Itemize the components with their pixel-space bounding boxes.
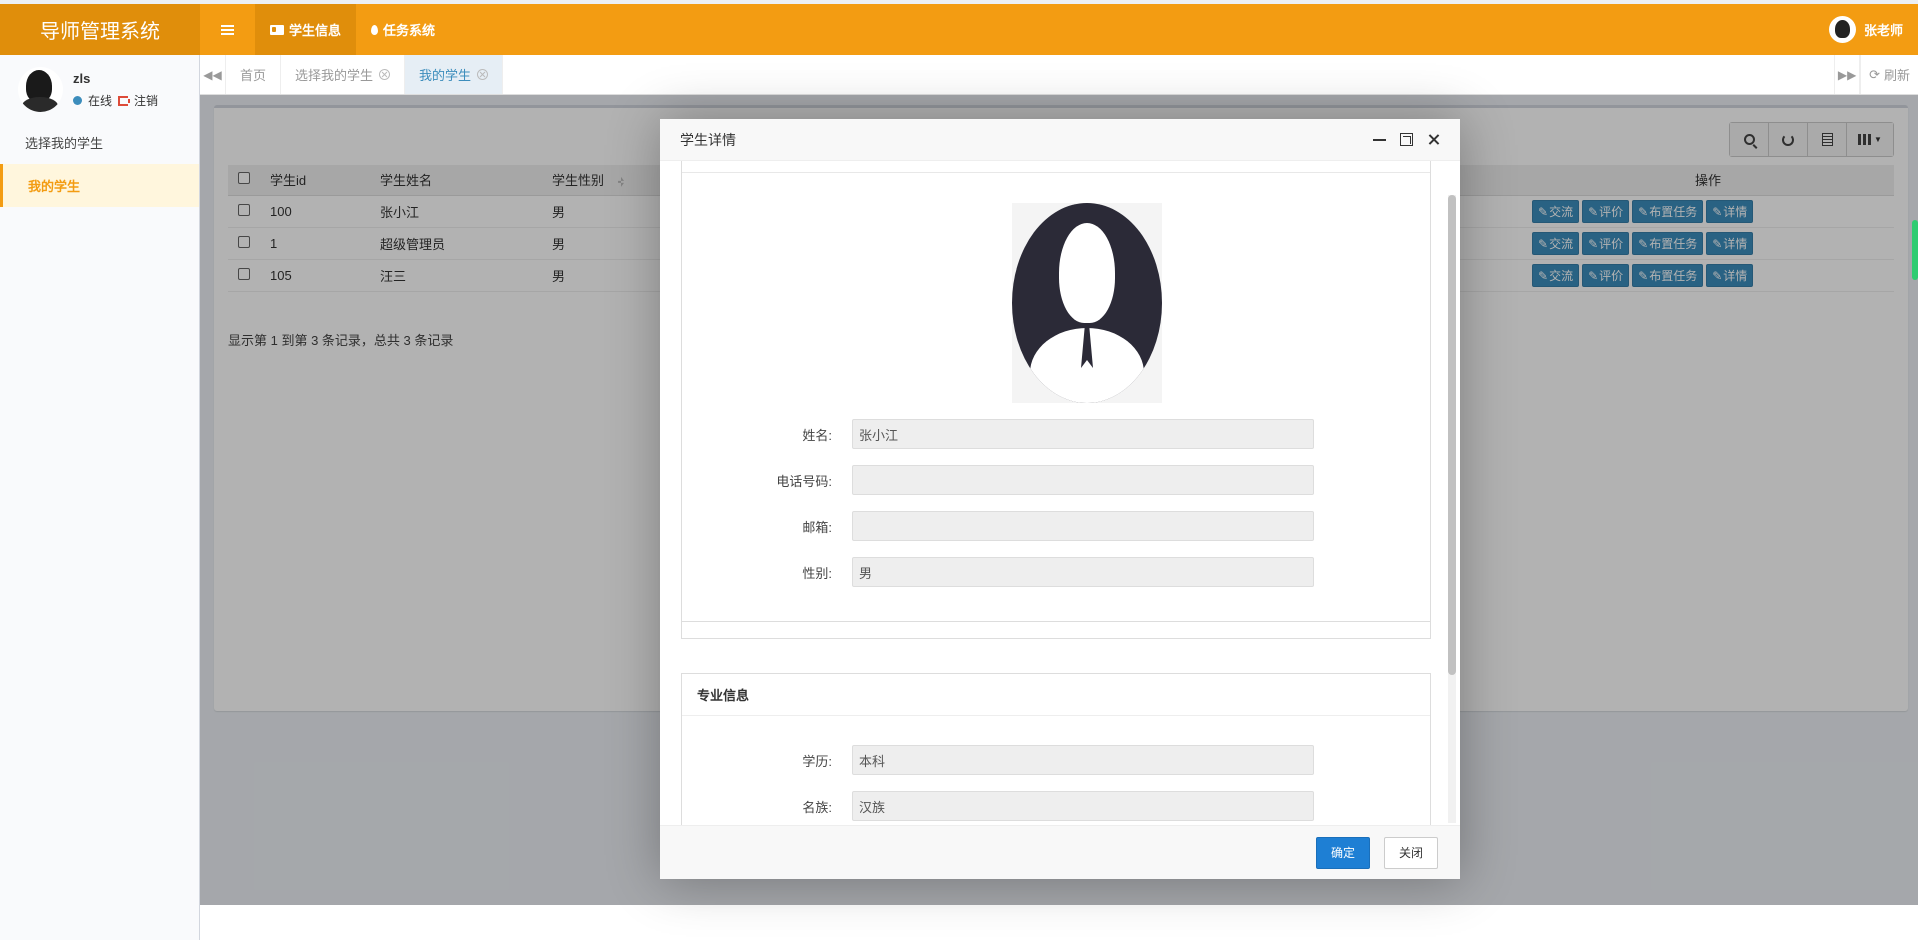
- nav-label: 学生信息: [289, 23, 342, 38]
- sidebar-toggle-button[interactable]: [200, 4, 255, 55]
- tab-label: 我的学生: [419, 68, 472, 83]
- tabs-right: ▶▶ ⟳ 刷新: [1834, 55, 1918, 94]
- form-row-education: 学历: 本科: [682, 744, 1430, 776]
- close-tab-icon[interactable]: [477, 69, 489, 80]
- tabs-bar: ◀◀ 首页 选择我的学生 我的学生 ▶▶ ⟳ 刷新: [200, 55, 1918, 95]
- student-detail-modal: 学生详情 姓名: 张小江 电话号码: 邮箱: 性别: 男 专业信息 学历: 本科…: [660, 119, 1460, 879]
- gender-field[interactable]: 男: [852, 557, 1314, 587]
- sidebar: zls 在线 注销 选择我的学生 我的学生: [0, 55, 200, 940]
- user-panel: zls 在线 注销: [0, 55, 199, 121]
- confirm-button[interactable]: 确定: [1315, 836, 1370, 869]
- app-logo[interactable]: 导师管理系统: [0, 4, 200, 55]
- phone-field[interactable]: [852, 465, 1314, 495]
- close-icon[interactable]: [1427, 133, 1440, 146]
- hamburger-icon: [221, 24, 234, 35]
- top-nav: 学生信息 任务系统: [255, 4, 450, 55]
- top-header: 导师管理系统 学生信息 任务系统 张老师: [0, 4, 1918, 55]
- form-row-gender: 性别: 男: [682, 556, 1430, 588]
- refresh-label: 刷新: [1883, 68, 1910, 83]
- tab-select-students[interactable]: 选择我的学生: [281, 55, 406, 94]
- tab-label: 选择我的学生: [295, 68, 374, 83]
- minimize-icon[interactable]: [1373, 138, 1386, 141]
- avatar: [18, 67, 63, 112]
- user-status: 在线 注销: [73, 92, 158, 109]
- nav-task-system[interactable]: 任务系统: [356, 4, 450, 55]
- nav-student-info[interactable]: 学生信息: [255, 4, 357, 55]
- modal-titlebar[interactable]: 学生详情: [660, 119, 1460, 161]
- user-name: 张老师: [1863, 23, 1903, 38]
- basic-info-body: 姓名: 张小江 电话号码: 邮箱: 性别: 男: [682, 172, 1430, 622]
- user-menu[interactable]: 张老师: [1828, 4, 1918, 55]
- modal-footer: 确定 关闭: [660, 825, 1460, 879]
- student-avatar: [1012, 203, 1162, 403]
- logout-link[interactable]: 注销: [134, 92, 158, 109]
- nav-label: 任务系统: [383, 23, 436, 38]
- basic-info-panel: 姓名: 张小江 电话号码: 邮箱: 性别: 男: [681, 161, 1431, 639]
- tint-icon: [371, 24, 379, 35]
- tab-home[interactable]: 首页: [226, 55, 282, 94]
- email-field[interactable]: [852, 511, 1314, 541]
- tab-label: 首页: [240, 68, 267, 83]
- online-label: 在线: [88, 94, 113, 108]
- refresh-button[interactable]: ⟳ 刷新: [1860, 55, 1918, 94]
- ethnicity-field[interactable]: 汉族: [852, 791, 1314, 821]
- tabs-scroll-left-button[interactable]: ◀◀: [200, 55, 226, 94]
- refresh-icon: ⟳: [1869, 66, 1880, 82]
- name-field[interactable]: 张小江: [852, 419, 1314, 449]
- avatar: [1828, 16, 1856, 43]
- user-info: zls 在线 注销: [73, 67, 158, 109]
- footer-strip: [200, 905, 1918, 940]
- avatar-silhouette-icon: [1012, 203, 1162, 403]
- field-label: 姓名:: [802, 427, 832, 443]
- sign-out-icon: [118, 95, 129, 106]
- form-row-email: 邮箱:: [682, 510, 1430, 542]
- online-dot-icon: [73, 96, 82, 105]
- tab-my-students[interactable]: 我的学生: [405, 55, 504, 94]
- form-row-phone: 电话号码:: [682, 464, 1430, 496]
- id-card-icon: [270, 24, 284, 35]
- field-label: 名族:: [802, 799, 832, 815]
- sidebar-item-select-students[interactable]: 选择我的学生: [0, 121, 199, 164]
- form-row-name: 姓名: 张小江: [682, 418, 1430, 450]
- modal-controls: [1373, 133, 1440, 146]
- sidebar-item-my-students[interactable]: 我的学生: [0, 164, 199, 207]
- modal-scrollbar[interactable]: [1448, 195, 1456, 823]
- form-row-ethnicity: 名族: 汉族: [682, 790, 1430, 822]
- modal-title: 学生详情: [680, 131, 736, 148]
- field-label: 电话号码:: [776, 473, 832, 489]
- scrollbar-thumb[interactable]: [1448, 195, 1456, 675]
- close-button[interactable]: 关闭: [1383, 836, 1438, 869]
- sidebar-username: zls: [73, 71, 91, 86]
- modal-body: 姓名: 张小江 电话号码: 邮箱: 性别: 男 专业信息 学历: 本科 名族: …: [660, 161, 1460, 825]
- major-info-panel: 专业信息 学历: 本科 名族: 汉族: [681, 673, 1431, 825]
- close-tab-icon[interactable]: [379, 69, 391, 80]
- edge-scroll-handle[interactable]: [1912, 220, 1918, 280]
- field-label: 性别:: [802, 565, 832, 581]
- maximize-icon[interactable]: [1400, 133, 1413, 146]
- panel-title: 专业信息: [682, 674, 1430, 716]
- field-label: 学历:: [802, 753, 832, 769]
- education-field[interactable]: 本科: [852, 745, 1314, 775]
- field-label: 邮箱:: [802, 519, 832, 535]
- tabs-scroll-right-button[interactable]: ▶▶: [1834, 55, 1861, 94]
